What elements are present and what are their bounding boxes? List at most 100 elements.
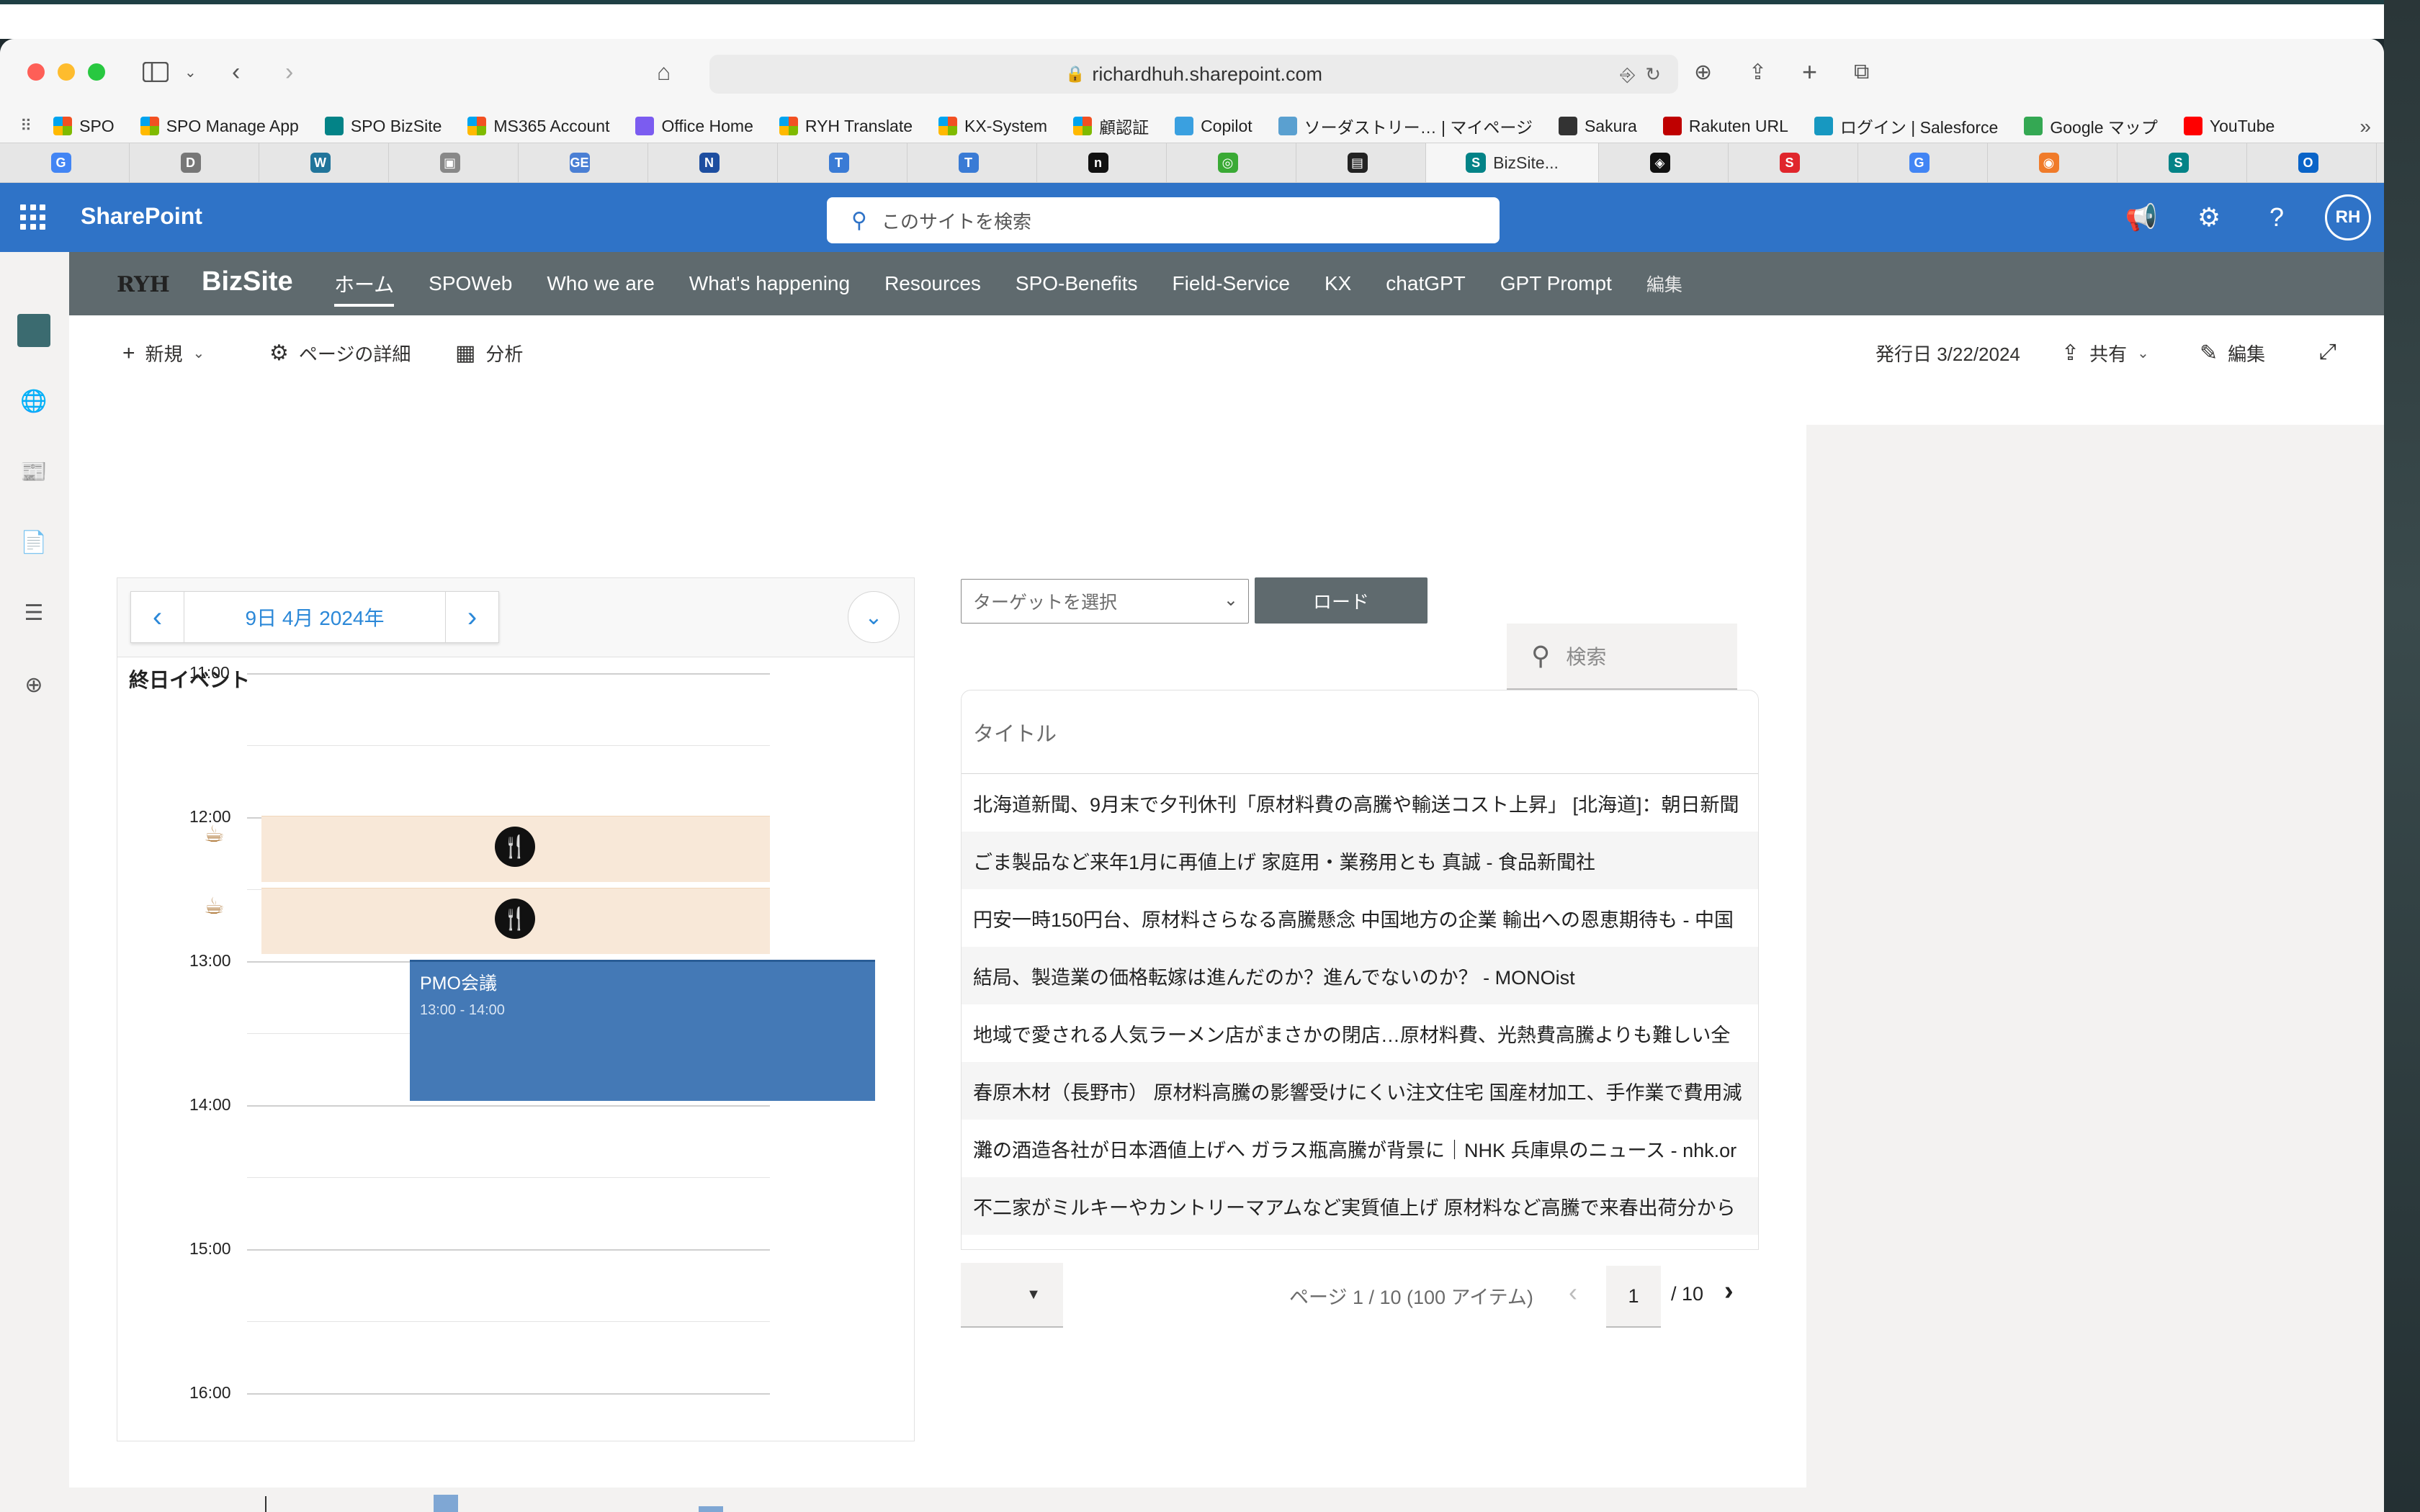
- tab[interactable]: G: [1858, 143, 1988, 182]
- site-nav-item[interactable]: Field-Service: [1173, 252, 1290, 315]
- chevron-down-icon[interactable]: ⌄: [848, 591, 900, 643]
- page-number-input[interactable]: 1: [1606, 1266, 1661, 1328]
- tab[interactable]: N: [648, 143, 778, 182]
- tab[interactable]: ▣: [389, 143, 519, 182]
- bookmark-item[interactable]: KX-System: [938, 117, 1047, 136]
- new-button[interactable]: + 新規 ⌄: [122, 340, 205, 366]
- add-icon[interactable]: ⊕: [17, 668, 50, 701]
- nav-edit-link[interactable]: 編集: [1646, 252, 1682, 315]
- forward-icon[interactable]: ›: [285, 58, 293, 86]
- site-logo[interactable]: RYH: [117, 265, 177, 304]
- next-page-button[interactable]: ›: [1724, 1276, 1734, 1307]
- tab[interactable]: GE: [519, 143, 648, 182]
- site-name[interactable]: BizSite: [202, 266, 293, 297]
- tab[interactable]: ◎: [1167, 143, 1296, 182]
- site-nav-item[interactable]: GPT Prompt: [1500, 252, 1612, 315]
- news-item[interactable]: 灘の酒造各社が日本酒値上げへ ガラス瓶高騰が背景に｜NHK 兵庫県のニュース -…: [962, 1120, 1758, 1177]
- more-bookmarks-icon[interactable]: »: [2360, 115, 2371, 138]
- news-item[interactable]: 北海道新聞、9月末で夕刊休刊「原材料費の高騰や輸送コスト上昇」 [北海道]：朝日…: [962, 774, 1758, 832]
- news-item[interactable]: 地域で愛される人気ラーメン店がまさかの閉店…原材料費、光熱費高騰よりも難しい全: [962, 1004, 1758, 1062]
- lunch-block[interactable]: 🍴: [261, 816, 770, 882]
- minimize-window-button[interactable]: [58, 63, 75, 81]
- app-launcher-icon[interactable]: [20, 204, 46, 230]
- bookmark-item[interactable]: YouTube: [2183, 117, 2275, 136]
- new-tab-icon[interactable]: +: [1802, 57, 1817, 86]
- edit-button[interactable]: ✎ 編集: [2200, 340, 2265, 366]
- site-search-input[interactable]: ⚲ このサイトを検索: [827, 197, 1500, 243]
- tab[interactable]: T: [778, 143, 908, 182]
- megaphone-icon[interactable]: 📢: [2122, 194, 2161, 240]
- sidebar-toggle-icon[interactable]: [141, 58, 170, 86]
- bookmark-item[interactable]: SPO BizSite: [324, 117, 442, 136]
- zoom-window-button[interactable]: [88, 63, 105, 81]
- bookmark-item[interactable]: Rakuten URL: [1662, 117, 1788, 136]
- tab[interactable]: W: [259, 143, 389, 182]
- news-item[interactable]: ごま製品など来年1月に再値上げ 家庭用・業務用とも 真誠 - 食品新聞社: [962, 832, 1758, 889]
- previous-day-button[interactable]: ‹: [131, 592, 184, 642]
- previous-page-button[interactable]: ‹: [1569, 1277, 1577, 1308]
- bookmark-item[interactable]: MS365 Account: [467, 117, 609, 136]
- back-icon[interactable]: ‹: [232, 58, 240, 86]
- address-bar[interactable]: 🔒 richardhuh.sharepoint.com ⎆ ↻: [709, 55, 1678, 94]
- page-details-button[interactable]: ⚙ ページの詳細: [269, 340, 411, 366]
- site-nav-item[interactable]: KX: [1325, 252, 1351, 315]
- list-icon[interactable]: ☰: [17, 596, 50, 629]
- site-nav-item[interactable]: Who we are: [547, 252, 654, 315]
- share-icon[interactable]: ⇪: [1749, 58, 1767, 86]
- news-item[interactable]: 春原木材（長野市） 原材料高騰の影響受けにくい注文住宅 国産材加工、手作業で費用…: [962, 1062, 1758, 1120]
- news-item[interactable]: 円安一時150円台、原材料さらなる高騰懸念 中国地方の企業 輸出への恩恵期待も …: [962, 889, 1758, 947]
- column-header-title[interactable]: タイトル: [962, 690, 1758, 774]
- tab[interactable]: S: [2118, 143, 2247, 182]
- news-search-input[interactable]: ⚲ 検索: [1507, 624, 1737, 690]
- site-nav-item[interactable]: ホーム: [334, 252, 395, 315]
- tab[interactable]: ▤: [1296, 143, 1426, 182]
- avatar[interactable]: RH: [2325, 194, 2371, 240]
- apps-grid-icon[interactable]: ⠿: [20, 117, 32, 135]
- next-day-button[interactable]: ›: [445, 592, 498, 642]
- bookmark-item[interactable]: Office Home: [635, 117, 753, 136]
- page-size-dropdown[interactable]: ▼: [961, 1263, 1063, 1328]
- home-icon[interactable]: ⌂: [657, 58, 671, 86]
- lunch-block[interactable]: 🍴: [261, 888, 770, 954]
- file-icon[interactable]: 📄: [17, 526, 50, 559]
- tab[interactable]: D: [130, 143, 259, 182]
- site-nav-item[interactable]: SPO-Benefits: [1016, 252, 1138, 315]
- bookmark-item[interactable]: Copilot: [1175, 117, 1252, 136]
- chevron-down-icon[interactable]: ⌄: [184, 58, 197, 86]
- tab[interactable]: S: [1729, 143, 1858, 182]
- news-item[interactable]: 結局、製造業の価格転嫁は進んだのか？進んでないのか？ - MONOist: [962, 947, 1758, 1004]
- news-icon[interactable]: 📰: [17, 455, 50, 488]
- bookmark-item[interactable]: Google マップ: [2024, 114, 2158, 138]
- site-nav-item[interactable]: SPOWeb: [429, 252, 512, 315]
- load-button[interactable]: ロード: [1255, 577, 1428, 624]
- tab[interactable]: T: [908, 143, 1037, 182]
- gear-icon[interactable]: ⚙: [2190, 194, 2228, 240]
- download-icon[interactable]: ⊕: [1694, 58, 1712, 86]
- site-nav-item[interactable]: What's happening: [689, 252, 850, 315]
- tab-overview-icon[interactable]: ⧉: [1854, 58, 1869, 86]
- help-icon[interactable]: ?: [2257, 194, 2296, 240]
- reload-icon[interactable]: ↻: [1645, 63, 1661, 86]
- bookmark-item[interactable]: RYH Translate: [779, 117, 913, 136]
- close-window-button[interactable]: [27, 63, 45, 81]
- tab[interactable]: ◉: [1988, 143, 2118, 182]
- tab[interactable]: O: [2247, 143, 2377, 182]
- bookmark-item[interactable]: ソーダストリー… | マイページ: [1278, 114, 1533, 138]
- analytics-button[interactable]: ▦ 分析: [455, 340, 523, 366]
- target-select-dropdown[interactable]: ターゲットを選択 ⌄: [961, 579, 1249, 624]
- bookmark-item[interactable]: Sakura: [1558, 117, 1637, 136]
- tab[interactable]: ◈: [1599, 143, 1729, 182]
- tab-active[interactable]: S BizSite...: [1426, 143, 1599, 182]
- globe-icon[interactable]: 🌐: [17, 384, 50, 418]
- bookmark-item[interactable]: 顧認証: [1073, 114, 1149, 138]
- bookmark-item[interactable]: ログイン | Salesforce: [1814, 114, 1998, 138]
- news-item[interactable]: 不二家がミルキーやカントリーマアムなど実質値上げ 原材料など高騰で来春出荷分から: [962, 1177, 1758, 1235]
- calendar-event[interactable]: PMO会議 13:00 - 14:00: [410, 960, 875, 1101]
- site-logo-icon[interactable]: [17, 314, 50, 347]
- share-button[interactable]: ⇪ 共有 ⌄: [2061, 340, 2149, 366]
- tab[interactable]: G: [0, 143, 130, 182]
- calendar-date[interactable]: 9日 4月 2024年: [184, 603, 445, 631]
- app-name[interactable]: SharePoint: [81, 203, 202, 230]
- expand-icon[interactable]: ⤢: [2319, 340, 2347, 364]
- bookmark-item[interactable]: SPO: [53, 117, 115, 136]
